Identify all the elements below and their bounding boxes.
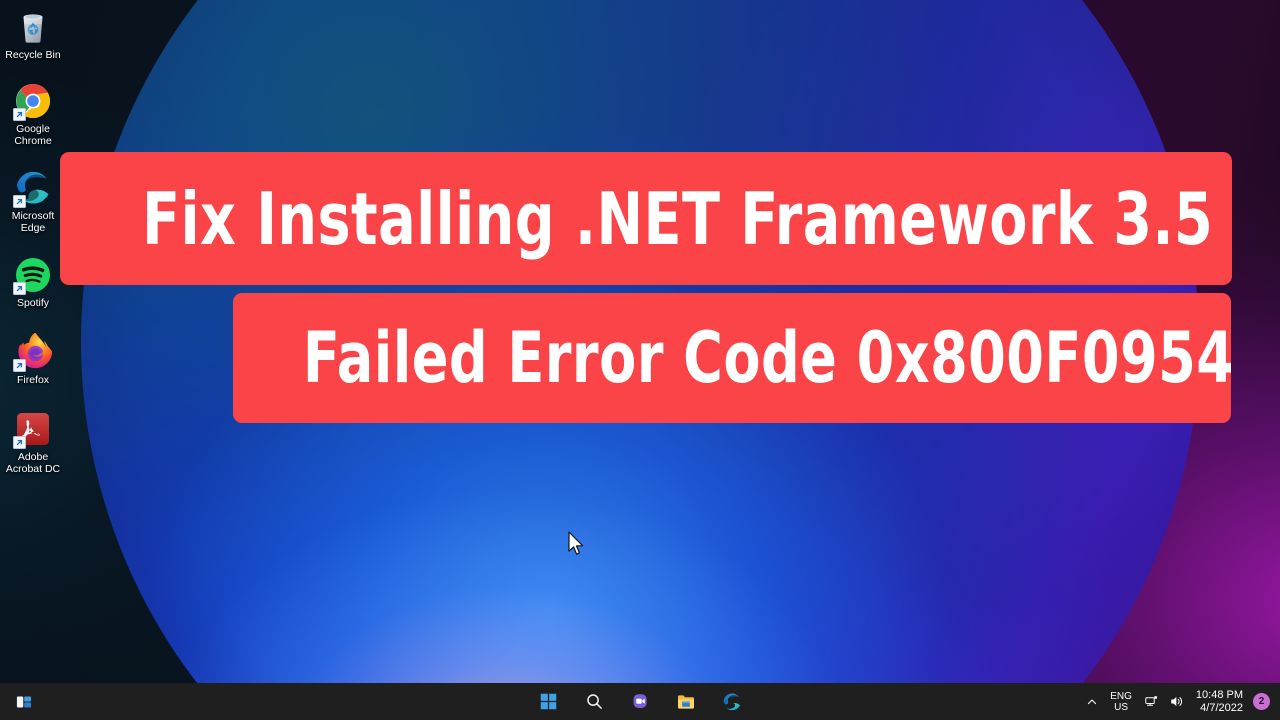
recycle-bin-icon [14, 8, 52, 46]
tray-time: 10:48 PM [1195, 688, 1243, 701]
chevron-up-icon [1088, 699, 1097, 704]
taskbar-button-microsoft-edge[interactable] [712, 685, 752, 718]
desktop-icon-label: Firefox [16, 374, 50, 386]
desktop-icon-adobe-acrobat[interactable]: Adobe Acrobat DC [0, 386, 66, 475]
shortcut-arrow-icon [13, 108, 26, 121]
microsoft-edge-icon [13, 169, 52, 208]
desktop-icon-label: Adobe Acrobat DC [5, 451, 61, 475]
tray-network-button[interactable] [1139, 685, 1164, 718]
desktop[interactable]: Recycle Bin Google Chrome Microsoft Edge… [0, 0, 1280, 683]
network-icon [1145, 696, 1158, 706]
desktop-icon-spotify[interactable]: Spotify [0, 234, 66, 309]
desktop-icon-label: Google Chrome [14, 123, 52, 147]
shortcut-arrow-icon [13, 195, 26, 208]
tray-overflow-button[interactable] [1081, 685, 1103, 718]
error-banner: Failed Error Code 0x800F0954 [233, 293, 1231, 423]
tray-language-line1: ENG [1110, 690, 1132, 702]
tray-language-line2: US [1114, 701, 1129, 713]
desktop-icon-label: Microsoft Edge [11, 210, 55, 234]
search-icon [586, 694, 602, 709]
desktop-icon-microsoft-edge[interactable]: Microsoft Edge [0, 147, 66, 234]
google-chrome-icon [13, 82, 52, 121]
taskbar-button-start[interactable] [528, 685, 568, 718]
spotify-icon [13, 256, 52, 295]
shortcut-arrow-icon [13, 282, 26, 295]
file-explorer-icon [678, 694, 694, 709]
chat-icon [633, 694, 647, 708]
title-banner: Fix Installing .NET Framework 3.5 [60, 152, 1232, 285]
tray-clock[interactable]: 10:48 PM 4/7/2022 [1189, 689, 1250, 715]
adobe-acrobat-icon [13, 410, 52, 449]
firefox-icon [13, 332, 53, 372]
tray-language-indicator[interactable]: ENG US [1103, 691, 1139, 713]
title-banner-text: Fix Installing .NET Framework 3.5 [142, 176, 1214, 261]
desktop-icon-firefox[interactable]: Firefox [0, 309, 66, 386]
tray-volume-button[interactable] [1164, 685, 1189, 718]
volume-icon [1171, 697, 1182, 706]
notification-badge[interactable]: 2 [1253, 693, 1270, 710]
desktop-icon-label: Spotify [16, 297, 50, 309]
desktop-icon-recycle-bin[interactable]: Recycle Bin [0, 0, 66, 61]
tray-date: 4/7/2022 [1200, 701, 1243, 714]
taskbar-button-file-explorer[interactable] [666, 685, 706, 718]
desktop-icon-column: Recycle Bin Google Chrome Microsoft Edge… [0, 0, 66, 475]
taskbar-button-search[interactable] [574, 685, 614, 718]
shortcut-arrow-icon [13, 359, 26, 372]
system-tray: ENG US 10:48 PM 4/7/2022 2 [1081, 683, 1274, 720]
shortcut-arrow-icon [13, 436, 26, 449]
error-banner-text: Failed Error Code 0x800F0954 [302, 317, 1231, 399]
microsoft-edge-icon [723, 692, 741, 710]
windows-start-icon [540, 693, 556, 710]
taskbar[interactable]: ENG US 10:48 PM 4/7/2022 2 [0, 683, 1280, 720]
desktop-icon-google-chrome[interactable]: Google Chrome [0, 61, 66, 147]
taskbar-button-chat[interactable] [620, 685, 660, 718]
desktop-icon-label: Recycle Bin [5, 49, 61, 61]
